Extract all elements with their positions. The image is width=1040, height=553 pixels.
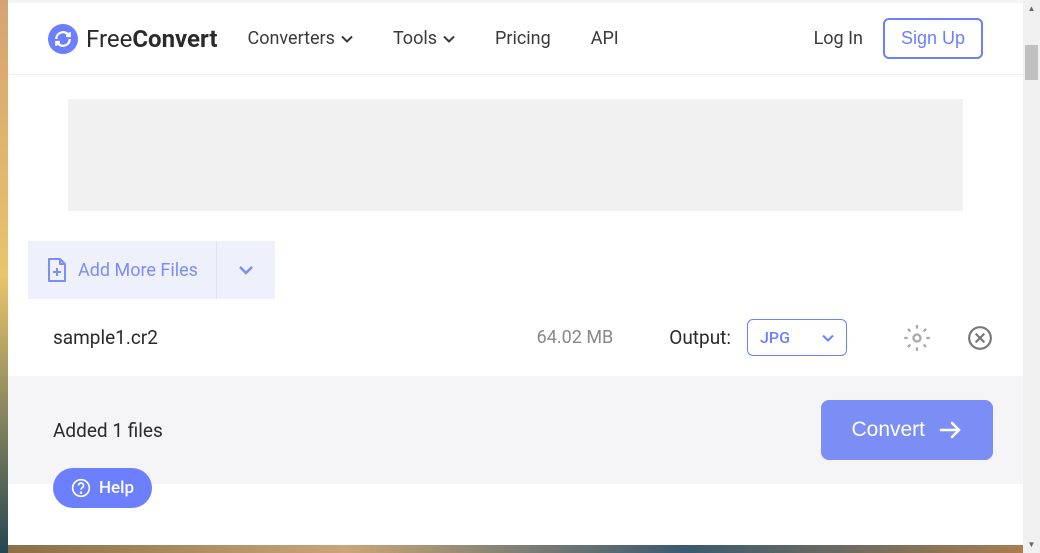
convert-button[interactable]: Convert bbox=[821, 400, 993, 460]
file-plus-icon bbox=[46, 257, 68, 283]
file-size: 64.02 MB bbox=[537, 327, 614, 348]
ad-placeholder bbox=[68, 99, 963, 211]
nav-label: API bbox=[591, 28, 619, 49]
nav-tools[interactable]: Tools bbox=[393, 28, 455, 49]
help-widget[interactable]: Help bbox=[53, 468, 152, 508]
add-more-dropdown[interactable] bbox=[217, 241, 275, 299]
close-circle-icon bbox=[967, 325, 993, 351]
chevron-down-icon bbox=[822, 334, 834, 342]
chevron-down-icon bbox=[443, 35, 455, 43]
remove-file-button[interactable] bbox=[967, 325, 993, 351]
help-circle-icon bbox=[71, 478, 91, 498]
nav-right: Log In Sign Up bbox=[814, 18, 983, 59]
help-label: Help bbox=[99, 478, 134, 498]
chevron-down-icon bbox=[238, 265, 254, 275]
output-format-value: JPG bbox=[760, 328, 790, 347]
footer-row: Added 1 files Convert bbox=[8, 376, 1023, 484]
nav: Converters Tools Pricing API bbox=[248, 28, 814, 49]
scroll-down-arrow[interactable]: ▼ bbox=[1023, 536, 1040, 553]
scrollbar-thumb[interactable] bbox=[1025, 45, 1038, 80]
arrow-right-icon bbox=[939, 420, 963, 440]
nav-api[interactable]: API bbox=[591, 28, 619, 49]
logo-text: FreeConvert bbox=[86, 25, 218, 53]
add-more-files-button[interactable]: Add More Files bbox=[28, 241, 217, 299]
file-row: sample1.cr2 64.02 MB Output: JPG bbox=[8, 299, 1023, 376]
add-more-section: Add More Files bbox=[28, 241, 280, 299]
nav-converters[interactable]: Converters bbox=[248, 28, 353, 49]
file-name: sample1.cr2 bbox=[53, 326, 521, 349]
output-format-dropdown[interactable]: JPG bbox=[747, 319, 847, 356]
settings-button[interactable] bbox=[903, 324, 931, 352]
login-link[interactable]: Log In bbox=[814, 28, 863, 49]
nav-label: Tools bbox=[393, 28, 437, 49]
nav-label: Pricing bbox=[495, 28, 551, 49]
refresh-icon bbox=[48, 24, 78, 54]
header: FreeConvert Converters Tools Pricing AP bbox=[8, 3, 1023, 75]
nav-pricing[interactable]: Pricing bbox=[495, 28, 551, 49]
nav-label: Converters bbox=[248, 28, 335, 49]
output-label: Output: bbox=[669, 326, 731, 349]
added-files-text: Added 1 files bbox=[53, 419, 163, 442]
scroll-up-arrow[interactable]: ▲ bbox=[1023, 0, 1040, 17]
signup-button[interactable]: Sign Up bbox=[883, 18, 983, 59]
logo[interactable]: FreeConvert bbox=[48, 24, 218, 54]
add-more-label: Add More Files bbox=[78, 260, 198, 281]
convert-label: Convert bbox=[851, 418, 925, 442]
chevron-down-icon bbox=[341, 35, 353, 43]
vertical-scrollbar[interactable]: ▲ ▼ bbox=[1023, 0, 1040, 553]
bottom-decoration bbox=[8, 545, 1023, 553]
gear-icon bbox=[903, 324, 931, 352]
